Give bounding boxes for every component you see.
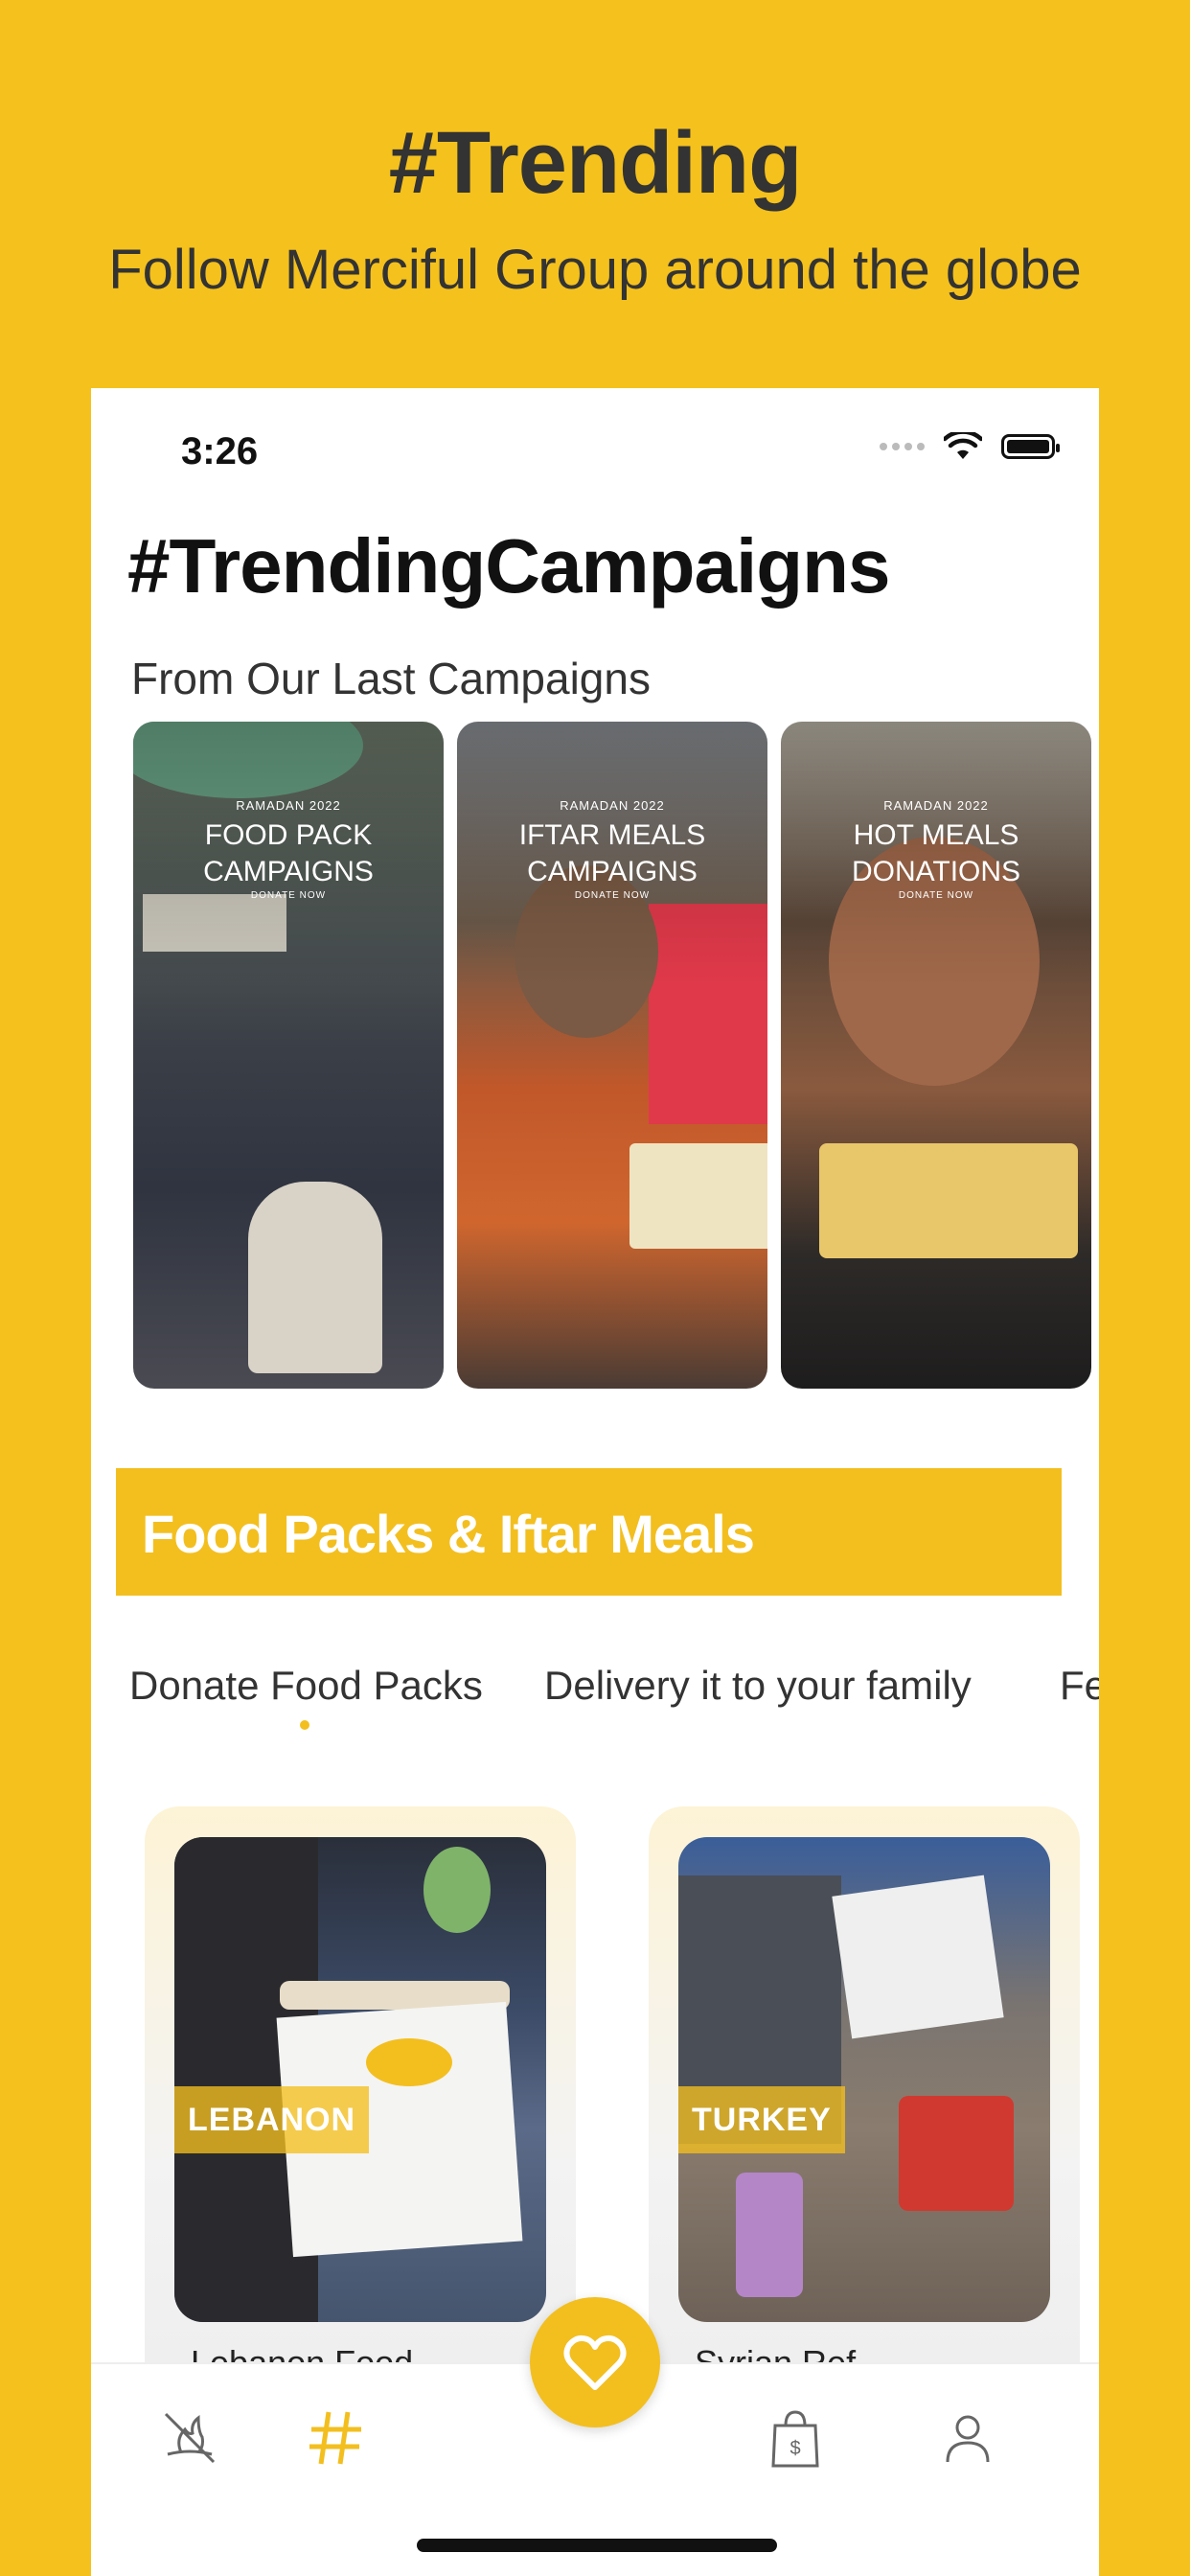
battery-icon xyxy=(1001,434,1060,459)
product-photo: TURKEY xyxy=(678,1837,1050,2322)
country-tag: LEBANON xyxy=(174,2086,370,2153)
product-photo: LEBANON xyxy=(174,1837,546,2322)
signal-icon xyxy=(880,443,925,450)
page-title: #TrendingCampaigns xyxy=(127,523,890,609)
hashtag-icon[interactable] xyxy=(302,2404,369,2472)
section-subtitle: From Our Last Campaigns xyxy=(131,654,651,703)
wifi-icon xyxy=(944,432,982,459)
category-banner: Food Packs & Iftar Meals xyxy=(116,1468,1062,1596)
promo-subtitle: Follow Merciful Group around the globe xyxy=(108,239,1082,301)
donate-now-label[interactable]: DONATE NOW xyxy=(457,890,767,901)
package-decoration xyxy=(736,2173,803,2297)
heart-icon xyxy=(563,2334,627,2390)
profile-icon[interactable] xyxy=(934,2404,1001,2472)
campaign-title-line: DONATIONS xyxy=(851,856,1021,887)
donate-now-label[interactable]: DONATE NOW xyxy=(781,890,1091,901)
svg-text:$: $ xyxy=(790,2438,800,2459)
active-tab-indicator xyxy=(300,1720,309,1730)
tab-donate-food-packs[interactable]: Donate Food Packs xyxy=(129,1663,483,1709)
status-icons xyxy=(880,432,1060,461)
tab-partial[interactable]: Fe xyxy=(1060,1663,1099,1709)
campaign-card-hot-meals[interactable]: RAMADAN 2022 HOT MEALS DONATIONS DONATE … xyxy=(781,722,1091,1389)
campaign-title: IFTAR MEALS CAMPAIGNS xyxy=(457,817,767,890)
groceries-decoration xyxy=(899,2096,1014,2211)
cardboard-box-decoration xyxy=(832,1874,1004,2039)
shopping-bag-icon[interactable]: $ xyxy=(762,2404,829,2472)
campaign-year: RAMADAN 2022 xyxy=(560,798,665,813)
promo-title: #Trending xyxy=(388,114,803,212)
status-time: 3:26 xyxy=(181,430,259,472)
campaigns-icon[interactable] xyxy=(156,2404,223,2472)
country-tag: TURKEY xyxy=(678,2086,845,2153)
product-card-lebanon[interactable]: LEBANON Lebanon Food xyxy=(145,1806,576,2401)
campaign-title-line: CAMPAIGNS xyxy=(527,856,698,887)
campaign-year: RAMADAN 2022 xyxy=(236,798,341,813)
campaign-year: RAMADAN 2022 xyxy=(883,798,989,813)
campaign-title-line: HOT MEALS xyxy=(853,819,1019,851)
donate-heart-button[interactable] xyxy=(530,2297,660,2427)
campaign-title-line: IFTAR MEALS xyxy=(518,819,706,851)
product-card-turkey[interactable]: TURKEY Syrian Ref xyxy=(649,1806,1080,2401)
campaign-card-iftar-meals[interactable]: RAMADAN 2022 IFTAR MEALS CAMPAIGNS DONAT… xyxy=(457,722,767,1389)
category-tabs: Donate Food Packs Delivery it to your fa… xyxy=(91,1663,1099,1739)
campaign-carousel[interactable]: RAMADAN 2022 FOOD PACK CAMPAIGNS DONATE … xyxy=(133,722,1099,1389)
home-indicator[interactable] xyxy=(417,2539,777,2552)
campaign-card-food-pack[interactable]: RAMADAN 2022 FOOD PACK CAMPAIGNS DONATE … xyxy=(133,722,444,1389)
logo-decoration xyxy=(366,2038,452,2086)
donate-now-label[interactable]: DONATE NOW xyxy=(133,890,444,901)
phone-screen: 3:26 #TrendingCampaigns From Our Last Ca… xyxy=(91,388,1099,2576)
tab-delivery-to-family[interactable]: Delivery it to your family xyxy=(544,1663,972,1709)
campaign-title-line: CAMPAIGNS xyxy=(203,856,374,887)
campaign-title-line: FOOD PACK xyxy=(204,819,373,851)
campaign-title: FOOD PACK CAMPAIGNS xyxy=(133,817,444,890)
campaign-title: HOT MEALS DONATIONS xyxy=(781,817,1091,890)
category-title: Food Packs & Iftar Meals xyxy=(142,1504,755,1564)
